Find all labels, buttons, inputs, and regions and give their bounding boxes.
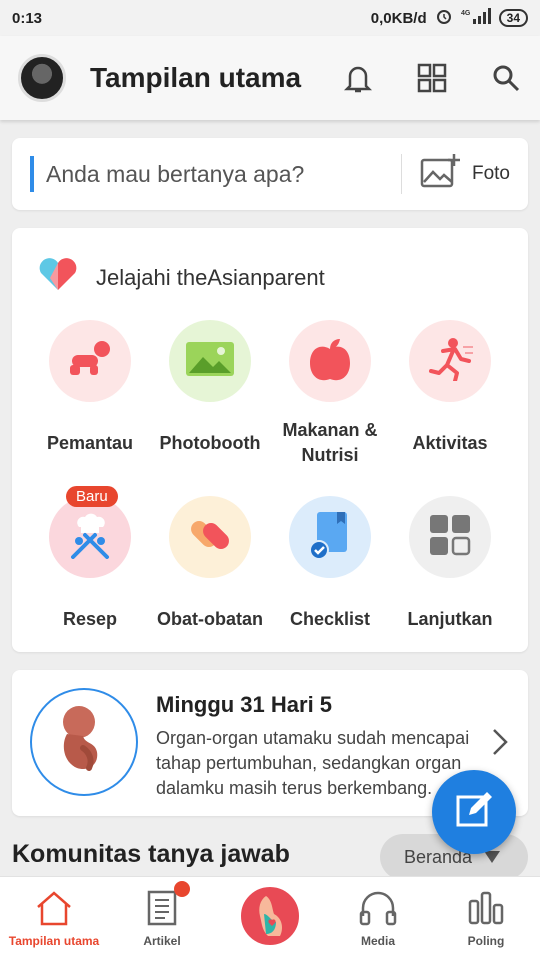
tool-label: Obat-obatan [157, 608, 263, 629]
ask-input[interactable]: Anda mau bertanya apa? [46, 161, 304, 188]
battery-indicator: 34 [498, 9, 528, 27]
nav-label: Tampilan utama [8, 934, 100, 948]
tool-makanan-nutrisi[interactable]: Makanan & Nutrisi [270, 320, 390, 480]
network-speed: 0,0KB/d [370, 9, 427, 27]
tool-label: Makanan & Nutrisi [282, 420, 378, 465]
tool-icon-bg [49, 320, 131, 402]
notification-dot [174, 881, 190, 897]
explore-title: Jelajahi theAsianparent [96, 264, 325, 290]
home-icon [35, 888, 73, 928]
app-bar-actions [342, 62, 522, 94]
ask-question-box[interactable]: Anda mau bertanya apa? Foto [12, 138, 528, 210]
chevron-right-icon[interactable] [492, 728, 508, 761]
grid-menu-icon[interactable] [416, 62, 448, 94]
tool-icon-bg [289, 496, 371, 578]
tool-icon-bg [49, 496, 131, 578]
tool-icon-bg [289, 320, 371, 402]
status-bar: 0:13 0,0KB/d 4G 34 [0, 0, 540, 36]
pregnancy-icon [254, 892, 286, 941]
image-icon [185, 339, 235, 384]
nav-pregnancy[interactable] [216, 877, 324, 960]
text-cursor [30, 156, 34, 192]
pill-icon [187, 512, 233, 563]
alarm-icon [435, 7, 453, 29]
bell-icon[interactable] [342, 62, 374, 94]
photo-button[interactable]: Foto [402, 154, 528, 194]
tool-checklist[interactable]: Checklist [270, 496, 390, 656]
more-grid-icon [429, 514, 471, 561]
explore-header: Jelajahi theAsianparent [12, 228, 528, 297]
headphones-icon [359, 888, 397, 928]
nav-label: Poling [467, 934, 505, 948]
nav-label: Artikel [143, 934, 181, 948]
explore-card: Jelajahi theAsianparent Pemantau Photobo… [12, 228, 528, 652]
tool-label: Aktivitas [412, 432, 488, 453]
photo-label: Foto [471, 163, 510, 184]
tool-pemantau[interactable]: Pemantau [30, 320, 150, 480]
tool-icon-bg [409, 496, 491, 578]
heart-logo-icon [38, 258, 78, 297]
tool-aktivitas[interactable]: Aktivitas [390, 320, 510, 480]
nav-poling[interactable]: Poling [432, 877, 540, 960]
tool-resep[interactable]: Baru Resep [30, 486, 150, 656]
pregnancy-week-title: Minggu 31 Hari 5 [156, 692, 333, 717]
poll-icon [468, 888, 504, 928]
edit-icon [455, 791, 493, 834]
community-title: Komunitas tanya jawab [12, 840, 290, 868]
nav-artikel[interactable]: Artikel [108, 877, 216, 960]
search-icon[interactable] [490, 62, 522, 94]
tool-label: Resep [62, 608, 118, 629]
fetus-illustration [30, 688, 138, 796]
tool-label: Photobooth [159, 432, 261, 453]
tool-icon-bg [169, 320, 251, 402]
tool-icon-bg [169, 496, 251, 578]
checklist-icon [307, 510, 353, 565]
tool-photobooth[interactable]: Photobooth [150, 320, 270, 480]
tool-obat-obatan[interactable]: Obat-obatan [150, 496, 270, 656]
add-photo-icon [420, 154, 460, 194]
running-icon [425, 337, 475, 386]
pregnancy-tracker-button[interactable] [238, 884, 302, 948]
bottom-navigation: Tampilan utama Artikel Media Poling [0, 876, 540, 960]
apple-icon [307, 335, 353, 388]
tool-lanjutkan[interactable]: Lanjutkan [390, 496, 510, 656]
compose-fab[interactable] [432, 770, 516, 854]
fetus-icon [49, 700, 119, 785]
status-time: 0:13 [12, 9, 43, 27]
tool-label: Checklist [289, 608, 371, 629]
nav-label: Media [360, 934, 395, 948]
signal-icon: 4G [461, 8, 491, 28]
tool-label: Pemantau [46, 432, 134, 453]
app-bar: Tampilan utama [0, 36, 540, 120]
nav-home[interactable]: Tampilan utama [0, 877, 108, 960]
svg-text:4G: 4G [461, 10, 471, 17]
chef-icon [65, 511, 115, 564]
tool-icon-bg [409, 320, 491, 402]
explore-grid: Pemantau Photobooth Makanan & Nutrisi Ak… [30, 320, 510, 656]
status-indicators: 0,0KB/d 4G 34 [371, 7, 528, 29]
nav-media[interactable]: Media [324, 877, 432, 960]
page-title: Tampilan utama [90, 62, 302, 93]
baby-crawl-icon [66, 339, 114, 384]
article-icon [147, 888, 177, 928]
avatar[interactable] [18, 54, 66, 102]
pregnancy-week-description: Organ-organ utamaku sudah mencapai tahap… [156, 728, 470, 798]
tool-label: Lanjutkan [407, 608, 493, 629]
new-badge: Baru [66, 486, 118, 507]
